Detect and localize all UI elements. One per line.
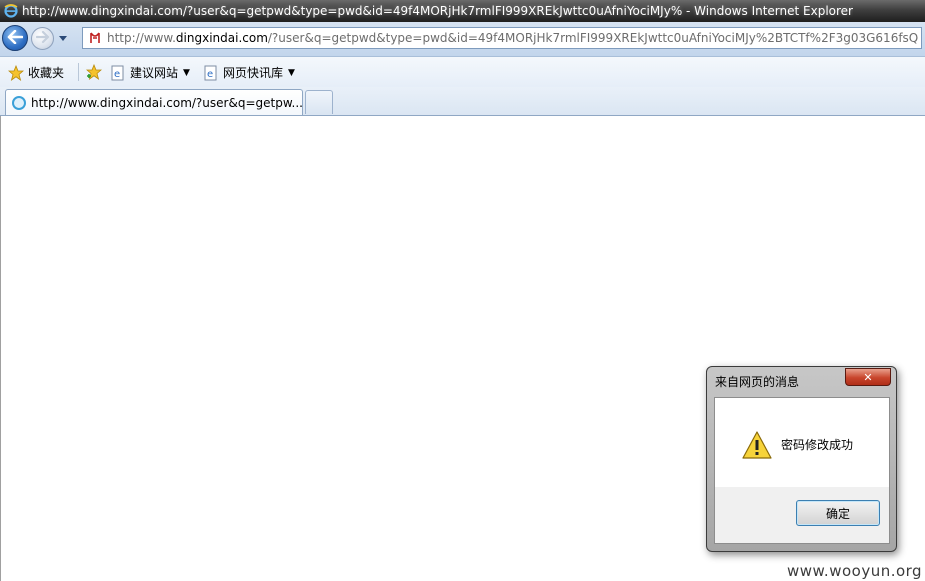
tab-current-page[interactable]: http://www.dingxindai.com/?user&q=getpw.…: [5, 89, 303, 115]
dropdown-arrow-icon: ▼: [288, 67, 295, 78]
svg-text:e: e: [207, 69, 213, 80]
tab-label: http://www.dingxindai.com/?user&q=getpw.…: [31, 95, 302, 110]
chevron-down-icon: [58, 32, 68, 46]
alert-dialog: 来自网页的消息 ✕ 密码修改成功 确定: [706, 366, 897, 552]
forward-button[interactable]: [31, 27, 54, 50]
close-icon: ✕: [863, 370, 873, 384]
dialog-footer: 确定: [714, 487, 890, 544]
web-slice-label: 网页快讯库: [223, 66, 284, 80]
forward-arrow-icon: [35, 30, 50, 46]
ok-button[interactable]: 确定: [796, 500, 880, 526]
dialog-title: 来自网页的消息: [715, 375, 800, 389]
content-border: [0, 116, 1, 581]
loading-icon: [11, 95, 27, 111]
tab-strip: http://www.dingxindai.com/?user&q=getpw.…: [0, 87, 925, 116]
add-favorite-star-icon: [86, 64, 102, 80]
dialog-body: 密码修改成功: [714, 397, 890, 487]
favorites-star-icon: [8, 64, 24, 81]
ie-page-icon: e: [110, 65, 126, 81]
site-favicon-icon: [87, 30, 103, 46]
back-arrow-icon: [7, 29, 24, 47]
favorites-separator: [78, 63, 79, 81]
web-slice-gallery-button[interactable]: e 网页快讯库 ▼: [203, 64, 295, 81]
favorites-button[interactable]: 收藏夹: [8, 64, 64, 81]
suggested-sites-button[interactable]: e 建议网站 ▼: [110, 64, 190, 81]
favorites-label: 收藏夹: [28, 66, 65, 80]
warning-icon: [742, 431, 772, 459]
navigation-bar: http://www.dingxindai.com/?user&q=getpwd…: [0, 22, 925, 57]
add-to-favorites-bar-button[interactable]: [86, 64, 106, 80]
svg-text:e: e: [114, 69, 120, 80]
address-bar[interactable]: http://www.dingxindai.com/?user&q=getpwd…: [82, 27, 922, 49]
window-title-bar[interactable]: http://www.dingxindai.com/?user&q=getpwd…: [0, 0, 925, 22]
dialog-message: 密码修改成功: [781, 438, 854, 452]
favorites-bar: 收藏夹 e 建议网站 ▼ e 网页快讯库 ▼: [0, 57, 925, 87]
watermark: www.wooyun.org: [787, 562, 923, 580]
back-button[interactable]: [2, 25, 28, 51]
ie-page-icon: e: [203, 65, 219, 81]
suggested-sites-label: 建议网站: [130, 66, 179, 80]
dialog-close-button[interactable]: ✕: [845, 368, 891, 386]
dropdown-arrow-icon: ▼: [183, 67, 190, 78]
window-title: http://www.dingxindai.com/?user&q=getpwd…: [22, 4, 853, 18]
ie-logo-icon: [4, 4, 18, 18]
new-tab-button[interactable]: [305, 90, 333, 114]
address-url[interactable]: http://www.dingxindai.com/?user&q=getpwd…: [107, 31, 918, 45]
recent-pages-dropdown[interactable]: [58, 34, 68, 44]
